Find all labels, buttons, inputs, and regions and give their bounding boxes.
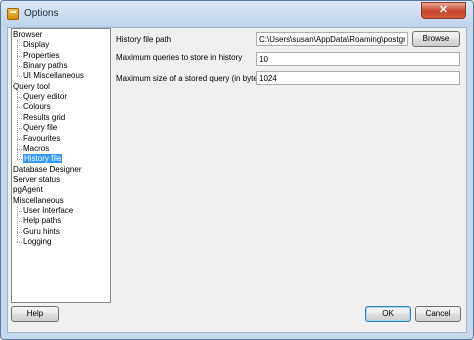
max-queries-field[interactable] — [256, 52, 460, 66]
tree-item-display[interactable]: Display — [23, 40, 49, 50]
tree-item-label: Help paths — [23, 216, 62, 226]
tree-item-label: Query file — [23, 123, 58, 133]
browse-button[interactable]: Browse — [412, 31, 460, 47]
tree-guide-line — [17, 91, 18, 160]
tree-item-label: pgAgent — [13, 185, 43, 195]
tree-guide-line — [17, 205, 18, 242]
tree-item-browser[interactable]: Browser — [13, 30, 42, 40]
max-size-field[interactable] — [256, 71, 460, 85]
tree-item-label: Miscellaneous — [13, 195, 64, 205]
tree-item-favourites[interactable]: Favourites — [23, 134, 60, 144]
tree-item-ui-miscellaneous[interactable]: UI Miscellaneous — [23, 71, 84, 81]
tree-item-macros[interactable]: Macros — [23, 144, 49, 154]
tree-item-history-file[interactable]: History file — [23, 154, 63, 164]
max-queries-label: Maximum queries to store in history — [116, 53, 243, 62]
tree-item-label: Display — [23, 40, 50, 50]
tree-item-label: Guru hints — [23, 226, 60, 236]
dialog-body: Browser Display Properties Binary paths UI M… — [7, 27, 467, 333]
tree-item-colours[interactable]: Colours — [23, 102, 51, 112]
tree-item-label: Results grid — [23, 112, 66, 122]
tree-item-guru-hints[interactable]: Guru hints — [23, 227, 60, 237]
tree-item-query-editor[interactable]: Query editor — [23, 92, 67, 102]
tree-item-properties[interactable]: Properties — [23, 51, 59, 61]
tree-item-results-grid[interactable]: Results grid — [23, 113, 65, 123]
window-title: Options — [24, 8, 59, 19]
options-tree[interactable]: Browser Display Properties Binary paths UI M… — [11, 28, 111, 303]
tree-item-label: Macros — [23, 143, 50, 153]
help-button[interactable]: Help — [11, 306, 59, 322]
tree-connector — [17, 76, 22, 78]
title-bar[interactable]: Options ✕ — [1, 1, 473, 27]
tree-item-binary-paths[interactable]: Binary paths — [23, 61, 67, 71]
tree-item-label: Logging — [23, 237, 52, 246]
tree-connector — [17, 159, 22, 161]
tree-item-database-designer[interactable]: Database Designer — [13, 165, 81, 175]
tree-item-label: Favourites — [23, 133, 61, 143]
options-dialog: Options ✕ Browser Display Properties Binary… — [0, 0, 474, 340]
history-path-field[interactable] — [256, 32, 408, 46]
close-button[interactable]: ✕ — [421, 2, 466, 19]
tree-item-pgagent[interactable]: pgAgent — [13, 185, 43, 195]
tree-item-label: Browser — [13, 30, 43, 39]
tree-item-label: Database Designer — [13, 164, 82, 174]
pgadmin-app-icon — [7, 8, 19, 20]
tree-item-miscellaneous[interactable]: Miscellaneous — [13, 196, 64, 206]
max-size-label: Maximum size of a stored query (in bytes… — [116, 74, 265, 83]
tree-item-label: Binary paths — [23, 61, 68, 71]
tree-item-label: UI Miscellaneous — [23, 71, 84, 81]
ok-button[interactable]: OK — [365, 306, 411, 322]
tree-item-server-status[interactable]: Server status — [13, 175, 60, 185]
tree-item-user-interface[interactable]: User Interface — [23, 206, 73, 216]
tree-connector — [17, 242, 22, 243]
tree-item-label: Server status — [13, 174, 61, 184]
tree-item-query-tool[interactable]: Query tool — [13, 82, 50, 92]
tree-item-label: Properties — [23, 50, 60, 60]
cancel-button[interactable]: Cancel — [415, 306, 461, 322]
tree-item-logging[interactable]: Logging — [23, 237, 51, 247]
tree-item-label: Colours — [23, 102, 51, 112]
tree-item-label: Query tool — [13, 81, 50, 91]
history-path-label: History file path — [116, 35, 172, 44]
tree-item-help-paths[interactable]: Help paths — [23, 216, 61, 226]
tree-item-label: User Interface — [23, 205, 74, 215]
tree-guide-line — [17, 40, 18, 77]
tree-item-label: History file — [23, 154, 63, 164]
tree-item-query-file[interactable]: Query file — [23, 123, 57, 133]
tree-item-label: Query editor — [23, 92, 68, 102]
